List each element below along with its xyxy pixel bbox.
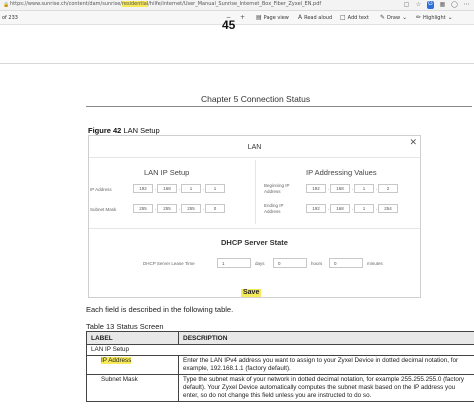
column-header-description: DESCRIPTION (178, 331, 474, 345)
lease-hours-input[interactable]: 0 (273, 258, 307, 268)
ip-octet-field[interactable]: 192 (133, 184, 153, 193)
intro-sentence: Each field is described in the following… (86, 305, 234, 314)
ending-ip-octet-field[interactable]: 168 (330, 204, 350, 213)
extension-icon[interactable]: G (427, 1, 434, 9)
ip-octet-field[interactable]: 1 (181, 184, 201, 193)
title-divider (89, 157, 420, 158)
lease-minutes-input[interactable]: 0 (329, 258, 363, 268)
favorite-star-icon[interactable]: ☆ (415, 1, 422, 9)
highlight-icon: ✏ (416, 14, 422, 21)
read-mode-icon[interactable]: ▢ (403, 1, 410, 9)
page-number: 45 (222, 18, 236, 32)
page-view-button[interactable]: ▤ Page view (256, 14, 289, 21)
lan-setup-dialog: LAN ✕ LAN IP Setup IP Address 192 . 168 … (88, 135, 421, 298)
dhcp-server-state-heading: DHCP Server State (221, 238, 288, 247)
beginning-ip-octet-field[interactable]: 2 (378, 184, 398, 193)
table-caption: Table 13 Status Screen (86, 322, 164, 331)
draw-button[interactable]: ✎ Draw ⌄ (380, 14, 407, 21)
read-aloud-button[interactable]: A Read aloud (298, 14, 332, 21)
hours-unit-label: hours (311, 261, 323, 266)
subnet-octet-field[interactable]: 0 (205, 204, 225, 213)
table-cell-section: LAN IP Setup (86, 344, 474, 356)
chevron-down-icon: ⌄ (402, 14, 408, 21)
more-menu-icon[interactable]: ⋯ (463, 1, 470, 9)
lease-days-input[interactable]: 1 (217, 258, 251, 268)
lease-time-label: DHCP Server Lease Time (143, 261, 195, 266)
chapter-header: Chapter 5 Connection Status (201, 94, 311, 104)
ip-address-label: IP Address (90, 187, 112, 192)
draw-icon: ✎ (380, 14, 386, 21)
collections-icon[interactable]: ▦ (439, 1, 446, 9)
highlight-label: Highlight (423, 14, 446, 21)
page-divider (0, 63, 474, 64)
ending-ip-octet-field[interactable]: 192 (306, 204, 326, 213)
zoom-in-button[interactable]: + (240, 14, 245, 21)
url-text[interactable]: https://www.sunrise.ch/content/dam/sunri… (10, 1, 321, 7)
dhcp-divider (89, 228, 420, 229)
page-view-icon: ▤ (256, 14, 262, 21)
plus-icon: + (240, 14, 246, 21)
lan-ip-setup-heading: LAN IP Setup (144, 168, 190, 177)
add-text-label: Add text (347, 14, 369, 21)
table-cell-label: Subnet Mask (86, 374, 179, 402)
header-rule (86, 106, 472, 107)
pdf-toolbar: of 233 − + ▤ Page view A Read aloud □ Add t… (0, 11, 474, 25)
column-divider (255, 160, 256, 224)
figure-title: LAN Setup (123, 126, 160, 135)
beginning-ip-label: Beginning IP Address (264, 183, 290, 194)
beginning-ip-octet-field[interactable]: 192 (306, 184, 326, 193)
table-header-row: LABEL DESCRIPTION (86, 331, 474, 345)
table-row: Subnet Mask Type the subnet mask of your… (86, 374, 474, 402)
page-count: of 233 (2, 15, 18, 21)
column-header-label: LABEL (86, 331, 179, 345)
subnet-octet-field[interactable]: 255 (133, 204, 153, 213)
ip-octet-field[interactable]: 168 (157, 184, 177, 193)
address-bar[interactable]: 🔒 https://www.sunrise.ch/content/dam/sun… (0, 0, 474, 11)
subnet-octet-field[interactable]: 255 (181, 204, 201, 213)
ending-ip-octet-field[interactable]: 254 (378, 204, 398, 213)
minutes-unit-label: minutes (367, 261, 383, 266)
ending-ip-label: Ending IP Address (264, 203, 284, 214)
days-unit-label: days (255, 261, 265, 266)
table-row: LAN IP Setup (86, 344, 474, 356)
save-button[interactable]: Save (241, 289, 262, 297)
highlight-button[interactable]: ✏ Highlight ⌄ (416, 14, 453, 21)
url-highlight: residential (121, 1, 149, 7)
profile-icon[interactable]: ◯ (451, 1, 458, 9)
ip-addressing-values-heading: IP Addressing Values (306, 168, 377, 177)
subnet-mask-label: Subnet Mask (90, 207, 117, 212)
browser-extension-icons: ▢ ☆ G ▦ ◯ ⋯ (403, 1, 470, 9)
add-text-button[interactable]: □ Add text (340, 14, 369, 21)
beginning-ip-octet-field[interactable]: 1 (354, 184, 374, 193)
ip-octet-field[interactable]: 1 (205, 184, 225, 193)
subnet-octet-field[interactable]: 255 (157, 204, 177, 213)
ip-address-term: IP Address (101, 357, 132, 364)
table-cell-description: Enter the LAN IPv4 address you want to a… (178, 355, 474, 375)
close-icon[interactable]: ✕ (409, 137, 417, 148)
status-table: LABEL DESCRIPTION LAN IP Setup IP Addres… (86, 331, 474, 402)
draw-label: Draw (387, 14, 401, 21)
read-aloud-icon: A (298, 14, 303, 21)
add-text-icon: □ (340, 14, 346, 21)
table-row: IP Address Enter the LAN IPv4 address yo… (86, 355, 474, 375)
chevron-down-icon: ⌄ (447, 14, 453, 21)
table-cell-label: IP Address (86, 355, 179, 375)
page-view-label: Page view (263, 14, 289, 21)
dialog-title: LAN (247, 144, 262, 151)
url-prefix: https://www.sunrise.ch/content/dam/sunri… (10, 1, 122, 7)
beginning-ip-octet-field[interactable]: 168 (330, 184, 350, 193)
ending-ip-octet-field[interactable]: 1 (354, 204, 374, 213)
url-suffix: /hilfe/internet/User_Manual_Sunrise_Inte… (148, 1, 322, 7)
read-aloud-label: Read aloud (304, 14, 333, 21)
figure-number: Figure 42 (88, 126, 122, 135)
figure-caption: Figure 42 LAN Setup (88, 126, 160, 135)
lock-icon: 🔒 (3, 2, 10, 8)
table-cell-description: Type the subnet mask of your network in … (178, 374, 474, 402)
